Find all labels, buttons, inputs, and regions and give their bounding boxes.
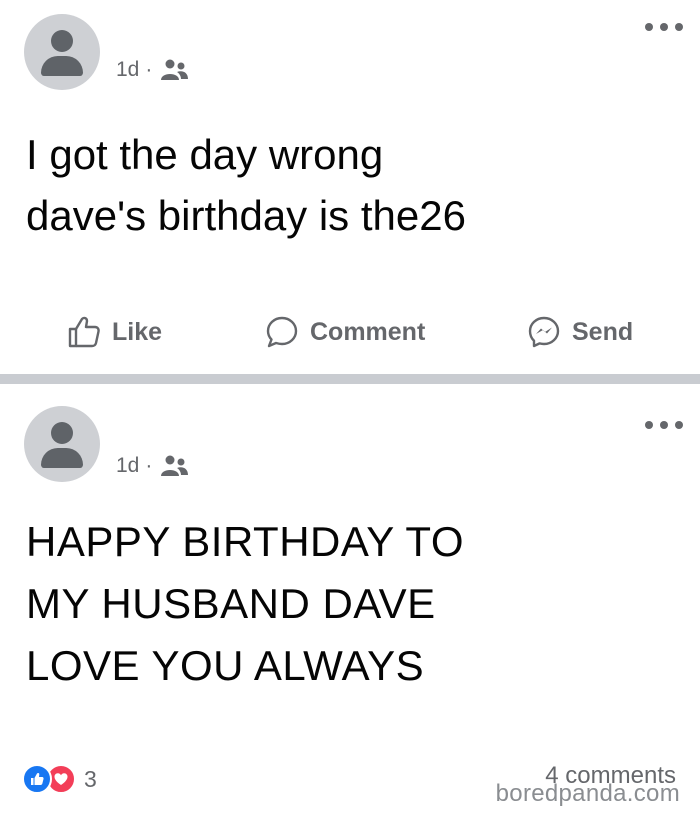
post-text: HAPPY BIRTHDAY TO MY HUSBAND DAVE LOVE Y… <box>26 511 670 697</box>
avatar-body-shape <box>41 448 83 468</box>
avatar-head-shape <box>51 422 73 444</box>
friends-icon[interactable] <box>158 454 190 478</box>
post-card-2: 1d · HAPPY BIRTHDAY TO MY HUSBAND DAVE L… <box>0 384 700 823</box>
post-text-line: LOVE YOU ALWAYS <box>26 642 425 689</box>
avatar-head-shape <box>51 30 73 52</box>
post-text-line: I got the day wrong <box>26 131 384 178</box>
post-text-line: HAPPY BIRTHDAY TO <box>26 518 464 565</box>
post-timestamp[interactable]: 1d <box>116 454 139 478</box>
comment-bubble-icon <box>266 316 298 348</box>
avatar[interactable] <box>24 14 100 90</box>
post-actions-bar: Like Comment Send <box>0 305 700 359</box>
meta-separator: · <box>145 58 153 81</box>
messenger-icon <box>528 316 560 348</box>
comment-button[interactable]: Comment <box>264 305 425 359</box>
post-divider <box>0 374 700 384</box>
send-label: Send <box>572 317 634 346</box>
post-card-1: 1d · I got the day wrong dave's birthday… <box>0 0 700 374</box>
more-options-icon[interactable] <box>642 20 686 34</box>
post-text-line: MY HUSBAND DAVE <box>26 580 436 627</box>
more-options-icon[interactable] <box>642 418 686 432</box>
post-meta: 1d · <box>116 58 190 82</box>
avatar[interactable] <box>24 406 100 482</box>
send-button[interactable]: Send <box>526 305 633 359</box>
reaction-count: 3 <box>84 765 97 792</box>
like-reaction-icon <box>22 764 52 794</box>
post-text-line: dave's birthday is the26 <box>26 192 466 239</box>
comment-label: Comment <box>310 317 426 346</box>
post-timestamp[interactable]: 1d <box>116 58 139 82</box>
meta-separator: · <box>145 454 153 477</box>
reactions-summary[interactable]: 3 <box>22 764 97 794</box>
like-button[interactable]: Like <box>66 305 162 359</box>
thumbs-up-icon <box>68 316 100 348</box>
post-text: I got the day wrong dave's birthday is t… <box>26 124 670 246</box>
watermark: boredpanda.com <box>495 780 680 807</box>
friends-icon[interactable] <box>158 58 190 82</box>
avatar-body-shape <box>41 56 83 76</box>
like-label: Like <box>112 317 163 346</box>
post-meta: 1d · <box>116 454 190 478</box>
